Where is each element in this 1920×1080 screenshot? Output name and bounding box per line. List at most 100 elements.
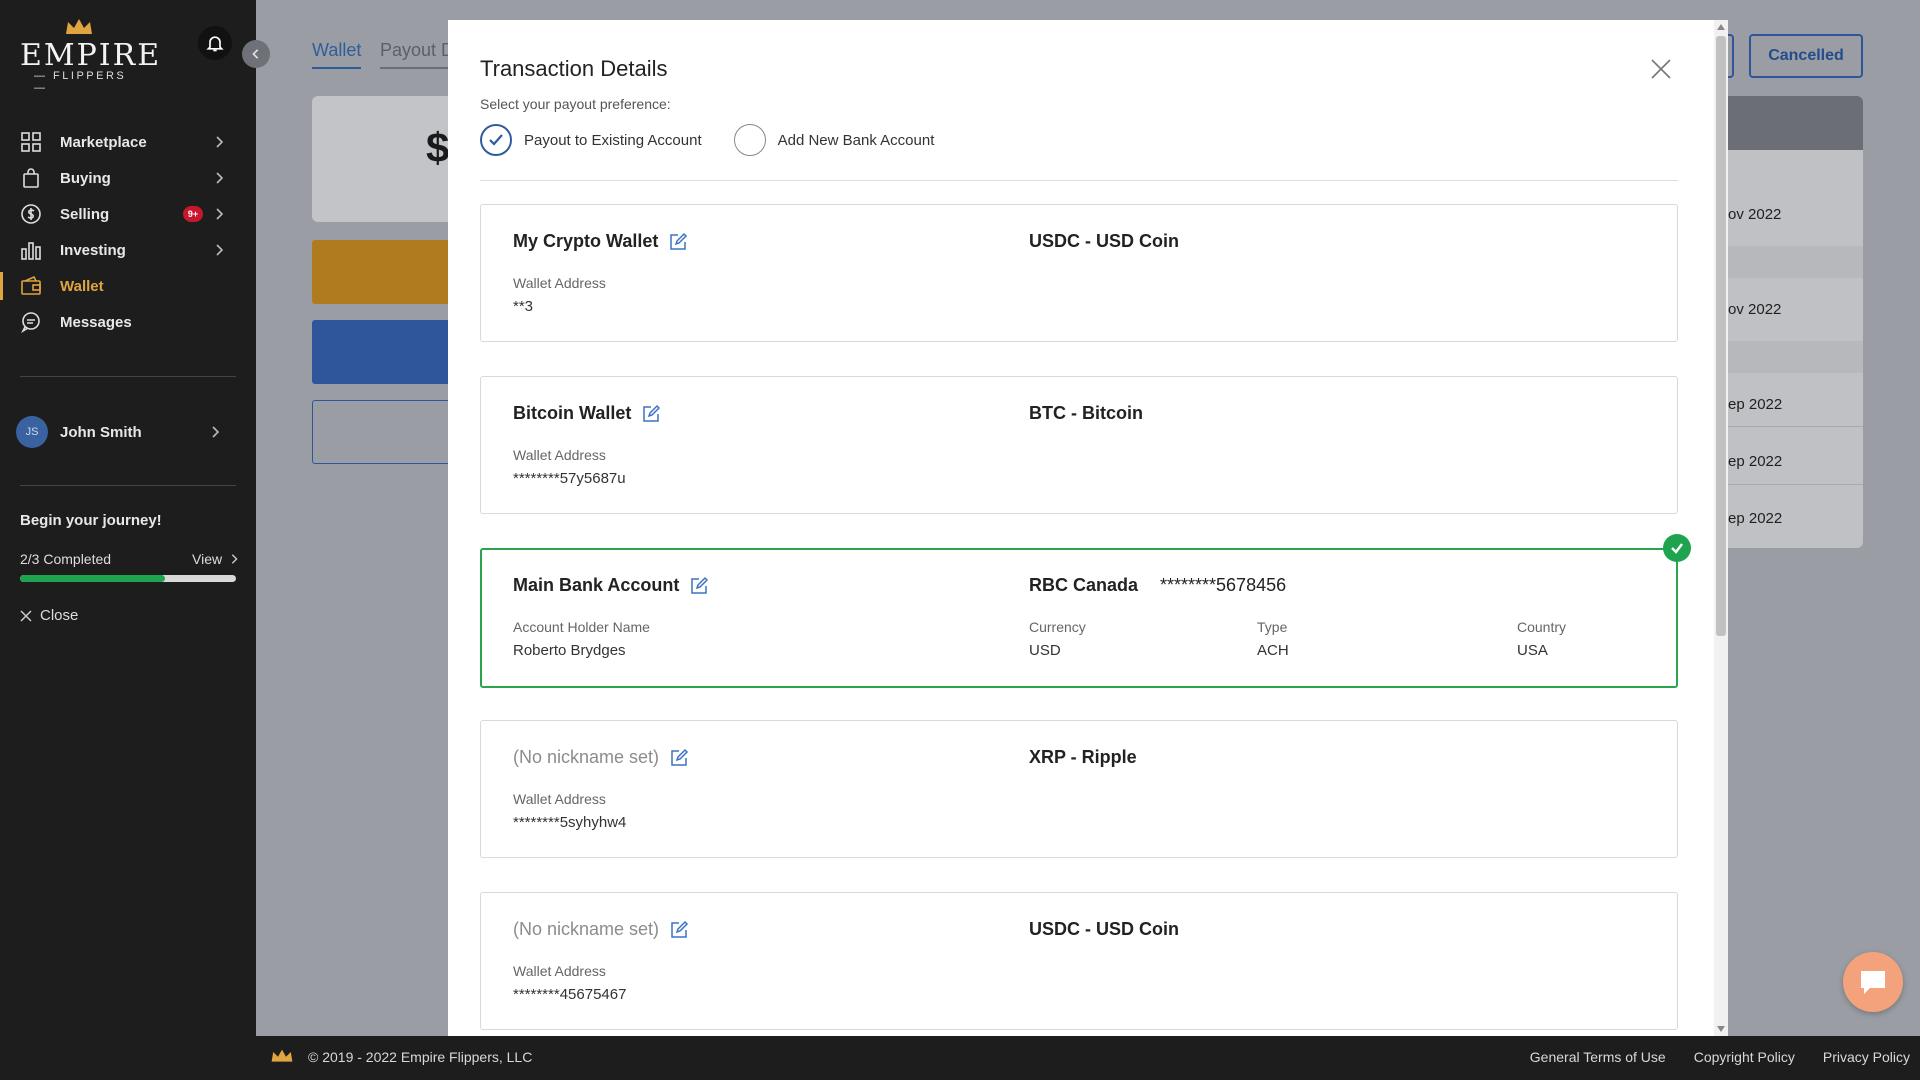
wallet-icon [20,275,42,297]
edit-icon[interactable] [641,404,661,424]
chevron-right-icon [216,208,224,220]
sidebar-item-marketplace[interactable]: Marketplace [0,124,256,160]
sidebar-nav: Marketplace Buying Selling 9+ Investing [0,124,256,340]
sidebar-item-selling[interactable]: Selling 9+ [0,196,256,232]
caret-up-icon [1717,24,1725,30]
radio-new-bank-account[interactable] [733,124,766,156]
table-row-date: ep 2022 [1728,510,1783,527]
journey-view-link[interactable]: View [192,551,240,567]
journey-view-label: View [192,551,223,567]
table-row-date: ov 2022 [1728,206,1782,223]
grid-icon [20,131,42,153]
logo-brand-text: EMPIRE [20,38,162,73]
edit-icon[interactable] [668,232,688,252]
close-icon [20,609,32,622]
scrollbar-thumb[interactable] [1716,36,1726,636]
payout-preference-options: Payout to Existing Account Add New Bank … [480,124,934,156]
account-name: Bitcoin Wallet [513,403,632,423]
journey-close-button[interactable]: Close [20,607,78,624]
radio-existing-account[interactable] [480,124,512,156]
account-card-xrp-wallet[interactable]: (No nickname set) XRP - Ripple Wallet Ad… [480,720,1678,858]
wallet-address-value: ********57y5687u [513,470,626,487]
footer-link-terms[interactable]: General Terms of Use [1530,1049,1666,1065]
wallet-address-label: Wallet Address [513,275,606,291]
wallet-address-value: ********5syhyhw4 [513,814,627,831]
sidebar-item-label: Marketplace [60,133,147,151]
bell-icon [206,36,224,52]
modal-scrollbar[interactable] [1714,20,1728,1036]
scroll-up-arrow[interactable] [1714,20,1728,34]
bank-name: RBC Canada [1029,575,1139,595]
user-name: John Smith [60,423,142,441]
sidebar-item-wallet[interactable]: Wallet [0,268,256,304]
chevron-right-icon [231,554,238,564]
shopping-bag-icon [20,167,42,189]
sidebar-collapse-button[interactable] [242,40,270,68]
modal-close-button[interactable] [1646,54,1676,84]
account-card-bitcoin-wallet[interactable]: Bitcoin Wallet BTC - Bitcoin Wallet Addr… [480,376,1678,514]
sidebar-item-label: Investing [60,241,126,259]
chevron-left-icon [252,49,259,59]
tab-payout[interactable]: Payout D [380,40,455,69]
balance-currency-symbol: $ [426,124,450,171]
user-menu[interactable]: JS John Smith [16,416,236,448]
wallet-address-value: ********45675467 [513,986,627,1003]
account-card-crypto-wallet[interactable]: My Crypto Wallet USDC - USD Coin Wallet … [480,204,1678,342]
sidebar-item-buying[interactable]: Buying [0,160,256,196]
bank-account-number: ********5678456 [1160,575,1287,595]
chevron-right-icon [216,172,224,184]
account-card-usdc-wallet[interactable]: (No nickname set) USDC - USD Coin Wallet… [480,892,1678,1030]
close-icon [1651,59,1671,79]
journey-title: Begin your journey! [20,512,162,529]
sidebar-item-messages[interactable]: Messages [0,304,256,340]
country-value: USA [1517,642,1548,659]
logo-sub-text: — FLIPPERS — [34,70,127,94]
table-row-divider [1728,484,1863,485]
transaction-details-modal: Transaction Details Select your payout p… [448,20,1728,1036]
account-name: Main Bank Account [513,575,680,595]
currency-label: Currency [1029,619,1086,635]
type-value: ACH [1257,642,1289,659]
tab-wallet[interactable]: Wallet [312,40,362,69]
close-label: Close [40,607,79,624]
account-currency-type: USDC - USD Coin [1029,919,1179,939]
chevron-right-icon [212,426,220,438]
country-label: Country [1517,619,1567,635]
notifications-bell-button[interactable] [198,26,232,60]
live-chat-button[interactable] [1843,952,1903,1012]
radio-new-bank-account-label[interactable]: Add New Bank Account [778,132,935,149]
edit-icon[interactable] [669,920,689,940]
wallet-address-label: Wallet Address [513,963,606,979]
sidebar-divider [20,485,236,486]
footer-link-copyright-policy[interactable]: Copyright Policy [1694,1049,1795,1065]
table-row-band [1728,246,1863,278]
chat-icon [1861,971,1885,994]
filter-cancelled-button[interactable]: Cancelled [1749,34,1863,78]
radio-existing-account-label[interactable]: Payout to Existing Account [524,132,702,149]
empire-flippers-logo[interactable]: EMPIRE — FLIPPERS — [20,18,159,94]
modal-divider [480,180,1678,181]
table-header [1728,96,1863,150]
account-holder-label: Account Holder Name [513,619,650,635]
crown-icon [66,19,92,34]
crown-icon [271,1049,293,1062]
edit-icon[interactable] [689,576,709,596]
chevron-right-icon [216,136,224,148]
account-card-main-bank[interactable]: Main Bank Account RBC Canada ********567… [480,548,1678,688]
table-row-date: ep 2022 [1728,453,1783,470]
filter-button-edge[interactable] [1728,34,1734,78]
table-row-date: ep 2022 [1728,396,1783,413]
edit-icon[interactable] [669,748,689,768]
checkmark-icon [489,134,503,146]
footer: © 2019 - 2022 Empire Flippers, LLC Gener… [256,1036,1920,1080]
sidebar-item-investing[interactable]: Investing [0,232,256,268]
scroll-down-arrow[interactable] [1714,1022,1728,1036]
footer-link-privacy[interactable]: Privacy Policy [1823,1049,1910,1065]
currency-value: USD [1029,642,1061,659]
notification-count-badge: 9+ [183,206,203,222]
journey-progress-bar [20,575,236,582]
checkmark-icon [1671,543,1683,554]
sidebar-divider [20,376,236,377]
payout-preference-label: Select your payout preference: [480,96,671,112]
caret-down-icon [1717,1026,1725,1032]
